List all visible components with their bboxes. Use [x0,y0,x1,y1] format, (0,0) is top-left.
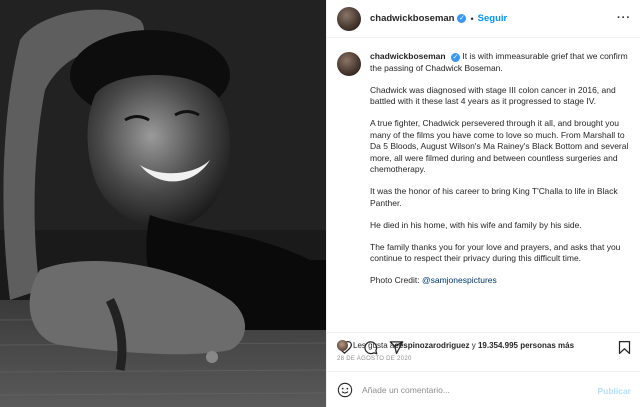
post-date[interactable]: 28 DE AGOSTO DE 2020 [337,356,412,362]
caption-paragraph: A true fighter, Chadwick persevered thro… [370,118,629,174]
verified-badge-icon: ✓ [450,53,460,62]
more-options-icon[interactable]: ··· [617,12,631,24]
post-photo[interactable] [0,0,326,407]
likes-count[interactable]: 19.354.995 personas más [478,341,574,350]
caption-paragraph: It was the honor of his career to bring … [370,186,618,208]
likes-prefix: Les gusta a [353,341,395,350]
username[interactable]: chadwickboseman [370,13,454,24]
comment-bar: Publicar [327,371,640,407]
photo-credit-label: Photo Credit: [370,275,422,285]
avatar[interactable] [337,6,361,31]
post-details-pane: chadwickboseman ✓ • Seguir ··· chadwickb… [326,0,640,407]
caption-paragraph: He died in his home, with his wife and f… [370,219,582,230]
post-header: chadwickboseman ✓ • Seguir ··· [327,0,640,38]
photo-credit-mention[interactable]: @samjonespictures [422,275,497,285]
likes-conjunction: y [469,341,478,350]
verified-badge-icon: ✓ [457,14,467,23]
liker-username[interactable]: eespinozarodriguez [394,341,469,350]
caption-username[interactable]: chadwickboseman [370,51,446,61]
comment-input[interactable] [362,384,582,395]
publish-button[interactable]: Publicar [597,386,631,396]
separator: • [470,13,474,24]
portrait-image [0,0,326,407]
caption-paragraph: Chadwick was diagnosed with stage III co… [370,84,616,107]
caption-area: chadwickboseman ✓ It is with immeasurabl… [327,39,640,324]
caption-row: chadwickboseman ✓ It is with immeasurabl… [337,51,629,297]
caption-paragraph: The family thanks you for your love and … [370,241,621,264]
save-icon[interactable] [617,340,632,355]
caption-avatar[interactable] [337,52,361,76]
likes-summary: Les gusta a eespinozarodriguez y 19.354.… [337,340,574,351]
caption-text: chadwickboseman ✓ It is with immeasurabl… [370,51,629,297]
emoji-icon[interactable] [337,382,353,398]
liker-avatar[interactable] [337,340,348,351]
follow-button[interactable]: Seguir [478,13,508,24]
